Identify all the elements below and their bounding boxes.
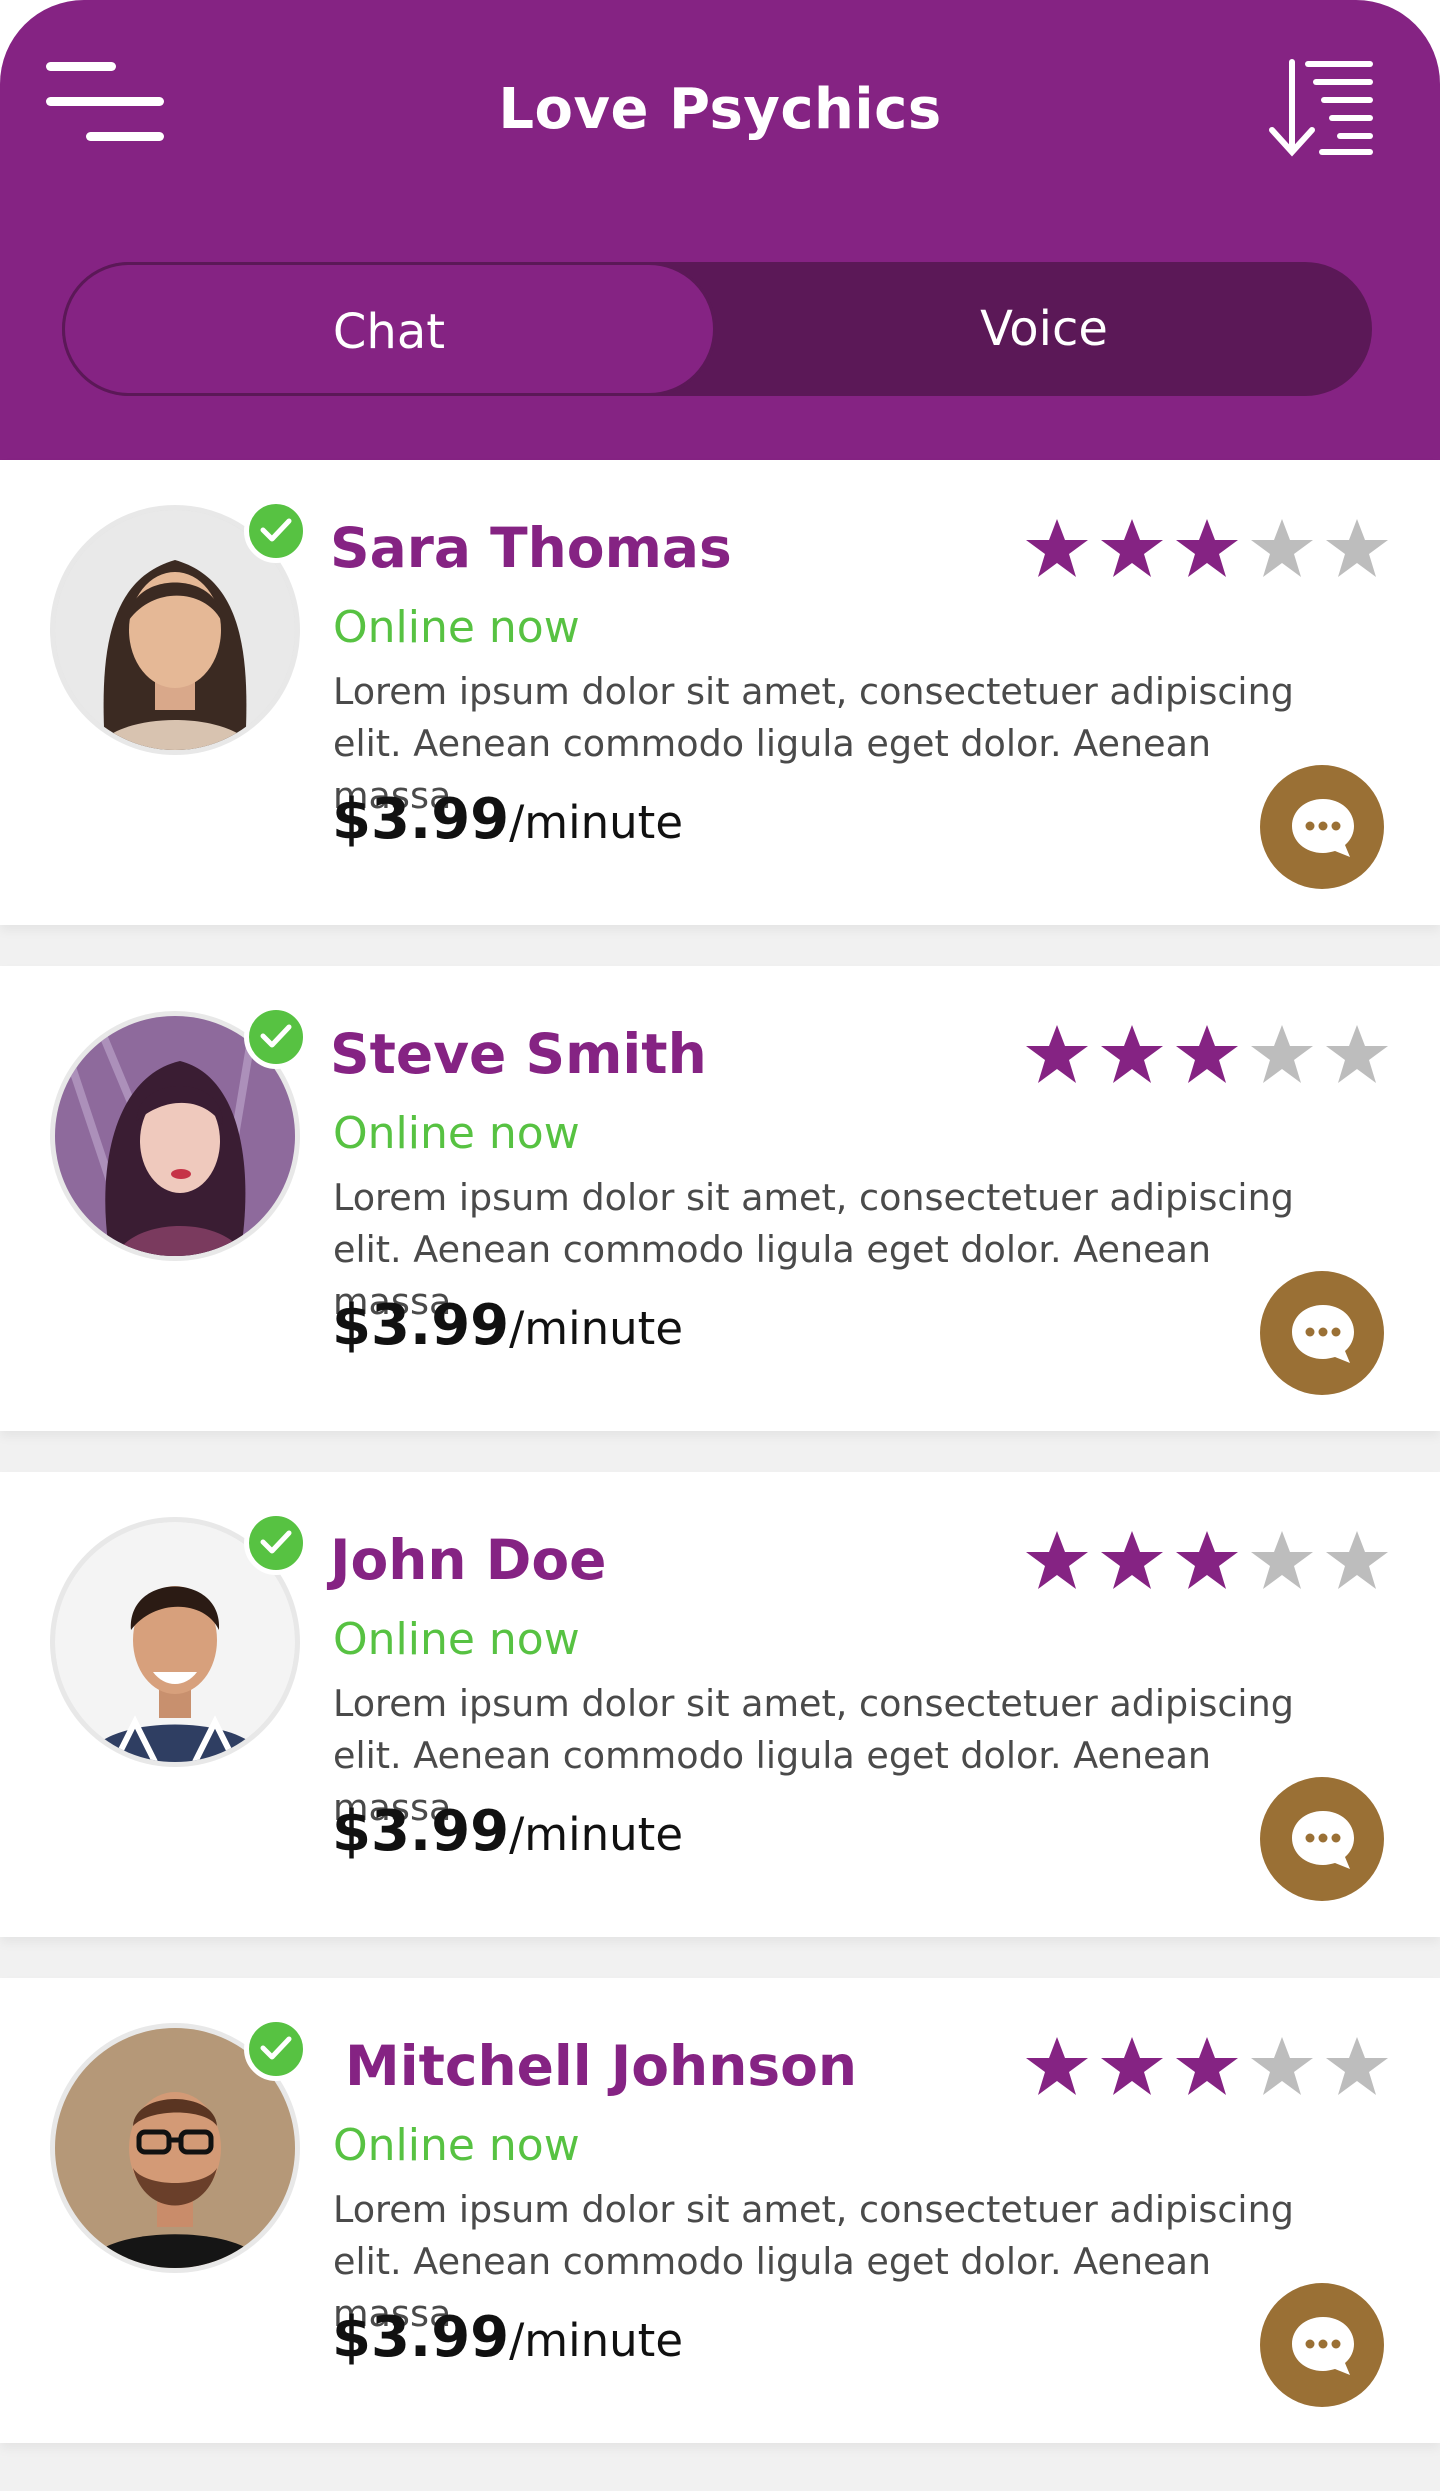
star-filled-icon [1176,2037,1238,2095]
verified-badge-icon [244,1511,308,1575]
star-rating [1024,1022,1394,1094]
chat-voice-toggle: Chat Voice [62,262,1372,396]
online-status: Online now [333,1614,580,1665]
app-screen: Love Psychics Chat Voice Sara Thomas Onl… [0,0,1440,2491]
price-row: $3.99/minute [332,1291,683,1374]
verified-badge-icon [244,2017,308,2081]
star-empty-icon [1251,1531,1313,1589]
star-empty-icon [1326,2037,1388,2095]
price: $3.99 [332,1293,510,1358]
star-filled-icon [1101,519,1163,577]
psychic-name[interactable]: Sara Thomas [330,510,732,586]
psychic-card[interactable]: Steve Smith Online now Lorem ipsum dolor… [0,966,1440,1431]
psychic-name[interactable]: Steve Smith [330,1016,707,1092]
star-filled-icon [1026,519,1088,577]
price-row: $3.99/minute [332,1797,683,1880]
psychic-card[interactable]: Sara Thomas Online now Lorem ipsum dolor… [0,460,1440,925]
verified-badge-icon [244,499,308,563]
sort-descending-icon[interactable] [1262,56,1380,160]
star-filled-icon [1026,2037,1088,2095]
star-filled-icon [1026,1531,1088,1589]
psychic-name[interactable]: John Doe [330,1522,606,1598]
start-chat-button[interactable] [1260,1271,1384,1395]
avatar-container [50,1005,308,1261]
star-rating [1024,2034,1394,2106]
star-filled-icon [1101,1531,1163,1589]
verified-badge-icon [244,1005,308,1069]
price: $3.99 [332,1799,510,1864]
price-unit: /minute [509,1808,684,1861]
start-chat-button[interactable] [1260,2283,1384,2407]
star-empty-icon [1251,1025,1313,1083]
star-rating [1024,1528,1394,1600]
price-row: $3.99/minute [332,2303,683,2386]
tab-chat[interactable]: Chat [62,262,716,396]
star-filled-icon [1176,1025,1238,1083]
star-empty-icon [1326,1531,1388,1589]
star-rating [1024,516,1394,588]
online-status: Online now [333,2120,580,2171]
star-filled-icon [1101,1025,1163,1083]
price: $3.99 [332,2305,510,2370]
online-status: Online now [333,602,580,653]
app-header: Love Psychics Chat Voice [0,0,1440,460]
star-empty-icon [1326,1025,1388,1083]
star-filled-icon [1176,1531,1238,1589]
star-filled-icon [1176,519,1238,577]
psychic-card[interactable]: Mitchell Johnson Online now Lorem ipsum … [0,1978,1440,2443]
price-row: $3.99/minute [332,785,683,868]
star-empty-icon [1251,2037,1313,2095]
avatar-container [50,499,308,755]
psychic-name[interactable]: Mitchell Johnson [345,2028,857,2104]
star-empty-icon [1326,519,1388,577]
page-title: Love Psychics [498,77,942,142]
price-unit: /minute [509,1302,684,1355]
start-chat-button[interactable] [1260,1777,1384,1901]
start-chat-button[interactable] [1260,765,1384,889]
psychic-card[interactable]: John Doe Online now Lorem ipsum dolor si… [0,1472,1440,1937]
price-unit: /minute [509,796,684,849]
tab-voice[interactable]: Voice [716,262,1372,396]
price-unit: /minute [509,2314,684,2367]
avatar-container [50,1511,308,1767]
price: $3.99 [332,787,510,852]
star-filled-icon [1026,1025,1088,1083]
star-filled-icon [1101,2037,1163,2095]
online-status: Online now [333,1108,580,1159]
star-empty-icon [1251,519,1313,577]
avatar-container [50,2017,308,2273]
